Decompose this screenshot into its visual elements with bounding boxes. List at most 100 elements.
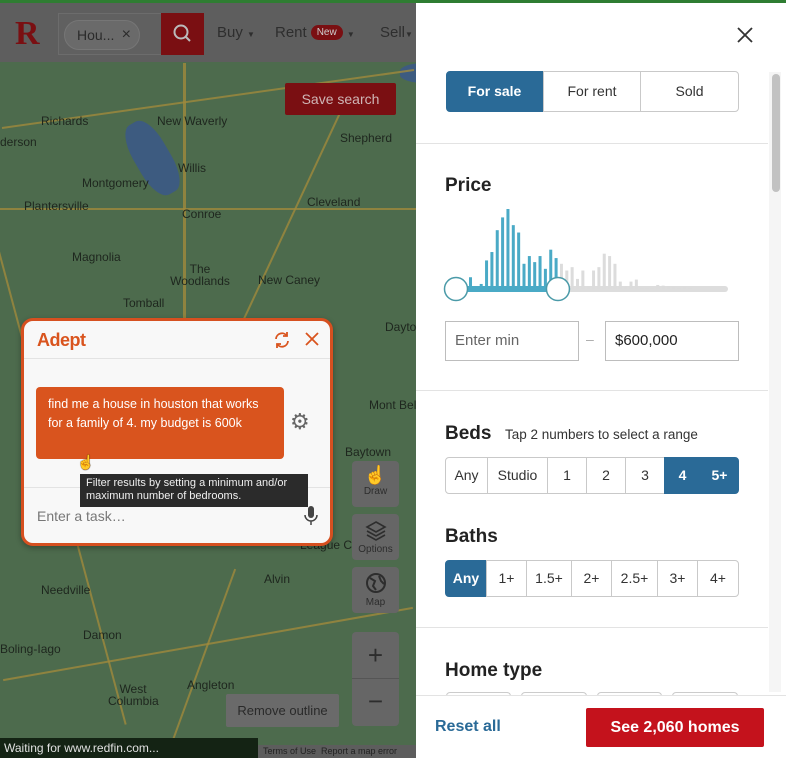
- refresh-icon[interactable]: [273, 331, 291, 349]
- map-label: Magnolia: [72, 250, 121, 264]
- baths-option[interactable]: 2.5+: [611, 560, 658, 597]
- chip-label: Hou...: [77, 27, 115, 43]
- histogram-bar: [576, 278, 579, 289]
- report-map-error-link[interactable]: Report a map error: [321, 746, 397, 756]
- baths-option[interactable]: 3+: [657, 560, 698, 597]
- redfin-logo[interactable]: R: [15, 15, 40, 53]
- remove-outline-button[interactable]: Remove outline: [226, 694, 339, 727]
- baths-option[interactable]: 4+: [697, 560, 739, 597]
- histogram-bar: [517, 232, 521, 289]
- beds-option[interactable]: 5+: [700, 457, 739, 494]
- microphone-icon[interactable]: [304, 505, 318, 527]
- divider: [416, 627, 768, 628]
- hand-cursor-icon: ☝: [77, 454, 95, 470]
- beds-option[interactable]: Studio: [487, 457, 548, 494]
- price-min-input[interactable]: Enter min: [445, 321, 579, 361]
- range-separator: –: [586, 331, 594, 347]
- price-title: Price: [445, 175, 492, 196]
- histogram-bar: [597, 267, 601, 289]
- histogram-bar: [656, 284, 660, 289]
- zoom-out-button[interactable]: −: [352, 679, 399, 725]
- histogram-bar: [511, 225, 515, 289]
- baths-title: Baths: [445, 526, 498, 547]
- histogram-bar: [613, 263, 617, 289]
- reset-all-button[interactable]: Reset all: [435, 718, 501, 736]
- map-footer: Terms of Use Report a map error: [258, 745, 416, 758]
- nav-rent[interactable]: Rent New ▼: [275, 24, 355, 41]
- histogram-bar: [485, 260, 489, 289]
- histogram-bar: [533, 262, 537, 289]
- histogram-bar: [629, 281, 633, 289]
- map-label: Needville: [41, 583, 91, 597]
- caret-down-icon: ▼: [247, 30, 255, 39]
- beds-option[interactable]: 4: [664, 457, 701, 494]
- beds-option[interactable]: 3: [625, 457, 665, 494]
- search-button[interactable]: [161, 13, 204, 55]
- map-label: Damon: [83, 628, 122, 642]
- beds-option[interactable]: 2: [586, 457, 626, 494]
- tab-for-rent[interactable]: For rent: [543, 71, 641, 112]
- zoom-in-button[interactable]: +: [352, 632, 399, 679]
- task-input[interactable]: Enter a task…: [37, 508, 126, 524]
- slider-min-handle[interactable]: [443, 276, 469, 302]
- save-search-button[interactable]: Save search: [285, 83, 396, 115]
- baths-option[interactable]: 1.5+: [526, 560, 572, 597]
- close-icon[interactable]: [737, 27, 753, 43]
- baths-option[interactable]: Any: [445, 560, 487, 597]
- close-icon[interactable]: [305, 332, 319, 346]
- layers-icon: [364, 521, 387, 541]
- histogram-bar: [661, 285, 665, 289]
- histogram-bar: [666, 286, 670, 289]
- beds-option[interactable]: 1: [547, 457, 587, 494]
- hand-draw-icon: ☝: [364, 465, 387, 485]
- baths-option[interactable]: 1+: [486, 560, 527, 597]
- beds-title: Beds: [445, 423, 492, 444]
- nav-label: Sell: [380, 24, 406, 41]
- site-header: R Hou... × Buy ▼ Rent New ▼ Sell▼: [0, 3, 416, 62]
- options-button[interactable]: Options: [352, 514, 399, 560]
- map-label: Richards: [41, 114, 89, 128]
- histogram-bar: [640, 287, 644, 289]
- price-max-input[interactable]: $600,000: [605, 321, 739, 361]
- histogram-bar: [592, 270, 596, 289]
- map-label: Conroe: [182, 207, 222, 221]
- divider: [416, 143, 768, 144]
- tab-for-sale[interactable]: For sale: [446, 71, 543, 112]
- slider-max-handle[interactable]: [545, 276, 571, 302]
- map-label: Map: [365, 597, 386, 608]
- baths-option[interactable]: 2+: [571, 560, 612, 597]
- see-homes-button[interactable]: See 2,060 homes: [586, 708, 764, 747]
- scrollbar-thumb[interactable]: [772, 74, 780, 192]
- map-label: derson: [0, 135, 37, 149]
- draw-button[interactable]: ☝ Draw: [352, 461, 399, 507]
- histogram-bar: [688, 287, 692, 289]
- nav-buy[interactable]: Buy ▼: [217, 24, 255, 41]
- map-label: West Columbia: [108, 682, 159, 708]
- histogram-bar: [618, 281, 622, 289]
- location-chip[interactable]: Hou... ×: [64, 20, 140, 50]
- tab-sold[interactable]: Sold: [640, 71, 739, 112]
- histogram-bar: [495, 230, 499, 289]
- histogram-bar: [608, 256, 612, 289]
- tooltip: Filter results by setting a minimum and/…: [80, 474, 308, 507]
- map-label: Angleton: [187, 678, 235, 692]
- home-type-title: Home type: [445, 660, 543, 681]
- new-badge: New: [310, 25, 343, 40]
- map-label: New Waverly: [157, 114, 228, 128]
- histogram-bar: [501, 217, 505, 289]
- gear-icon[interactable]: ⚙: [290, 409, 310, 435]
- map-label: Alvin: [264, 572, 291, 586]
- terms-link[interactable]: Terms of Use: [263, 746, 316, 756]
- globe-icon: [365, 573, 386, 593]
- nav-label: Rent: [275, 24, 307, 41]
- close-icon[interactable]: ×: [122, 21, 131, 49]
- search-box[interactable]: Hou... ×: [58, 13, 162, 55]
- map-type-button[interactable]: Map: [352, 567, 399, 613]
- price-histogram[interactable]: [440, 200, 735, 305]
- divider: [24, 358, 330, 359]
- nav-sell[interactable]: Sell▼: [380, 24, 413, 41]
- beds-option[interactable]: Any: [445, 457, 488, 494]
- map-label: Boling-Iago: [0, 642, 61, 656]
- histogram-bar: [581, 270, 585, 289]
- histogram-bar: [634, 279, 638, 289]
